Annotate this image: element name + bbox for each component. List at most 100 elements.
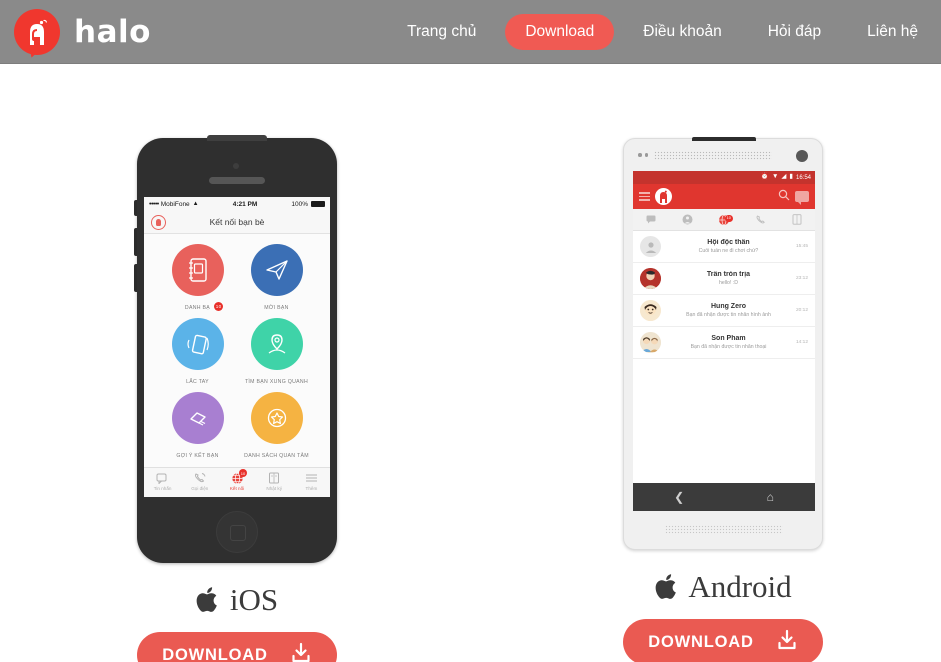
couple-avatar-icon [640,332,661,353]
grid-item-danh-ba[interactable]: DANH BẠ 10 [158,244,237,314]
download-content: ••••• MobiFone ▲ 4:21 PM 100% Kết nối bạ… [0,64,941,662]
android-tab-journal[interactable] [779,214,815,225]
ios-download-label: DOWNLOAD [162,645,268,662]
ios-clock: 4:21 PM [232,200,258,208]
chat-bubble-icon [144,471,181,485]
android-tab-connect[interactable]: 10 [706,214,742,226]
android-clock: 16:54 [795,174,811,181]
chat-list-item[interactable]: Hung Zero Bạn đã nhận được tin nhắn hình… [633,295,815,327]
nav-item-dieu-khoan[interactable]: Điều khoản [626,14,738,50]
ios-download-button[interactable]: DOWNLOAD [137,632,337,662]
iphone-screen: ••••• MobiFone ▲ 4:21 PM 100% Kết nối bạ… [144,197,330,497]
person-avatar-icon [640,300,661,321]
android-screen: ⏰ ▼ ◢ ▮ 16:54 10 Hội độc thân Cuối tuần … [633,171,815,483]
tab-ket-noi[interactable]: 10 Kết nối [218,468,255,497]
chat-preview: hello! :D [718,279,738,286]
grid-item-danh-sach-quan-tam[interactable]: DANH SÁCH QUAN TÂM [237,392,316,462]
danh-ba-badge: 10 [214,302,224,311]
brand-name: halo [74,13,151,50]
chat-preview: Cuối tuần ne đi chơi chứ? [698,247,759,254]
carrier-label: MobiFone [160,200,190,208]
ios-feature-grid: DANH BẠ 10 MỜI BẠN LẮC TAY TÌM BẠN XUNG … [144,234,330,462]
tab-nhat-ky[interactable]: Nhật ký [256,468,293,497]
tab-label-nhat-ky: Nhật ký [266,486,282,491]
iphone-volume-down-button [134,264,137,292]
grid-label-danh-ba: DANH BẠ 10 [184,302,224,311]
tab-them[interactable]: Thêm [293,468,330,497]
group-avatar-icon [640,236,661,257]
iphone-top-notch [207,135,267,141]
tab-tin-nhan[interactable]: Tin nhắn [144,468,181,497]
globe-connect-icon [218,471,255,485]
iphone-mute-switch [134,200,137,216]
chat-time: 14:12 [795,340,808,345]
tab-goi-dien[interactable]: Gọi điện [181,468,218,497]
alarm-clock-icon: ⏰ [760,173,769,181]
grid-item-tim-ban-xung-quanh[interactable]: TÌM BẠN XUNG QUANH [237,318,316,388]
contact-badge-icon[interactable] [151,214,166,230]
home-icon[interactable]: ⌂ [767,490,774,504]
search-icon[interactable] [778,189,790,204]
android-tab-messages[interactable] [633,215,669,224]
handshake-icon [171,392,224,444]
new-message-icon[interactable] [795,191,809,205]
chat-name: Hội độc thân [707,239,750,247]
map-pin-icon [250,318,303,370]
grid-item-lac-tay[interactable]: LẮC TAY [158,318,237,388]
chat-preview: Bạn đã nhận được tin nhắn hình ảnh [686,311,771,318]
android-column: ⏰ ▼ ◢ ▮ 16:54 10 Hội độc thân Cuối tuần … [593,137,853,662]
battery-icon [311,201,325,207]
chat-text-block: Trần tròn trịa hello! :D [667,271,790,286]
grid-label-tim-ban: TÌM BẠN XUNG QUANH [244,379,309,385]
hamburger-menu-icon[interactable] [639,192,650,201]
chat-list-item[interactable]: Hội độc thân Cuối tuần ne đi chơi chứ? 1… [633,231,815,263]
ket-noi-badge: 10 [239,469,247,477]
android-tab-calls[interactable] [742,214,778,225]
shake-phone-icon [171,318,224,370]
android-tab-contacts[interactable] [669,214,705,225]
signal-dots-icon: ••••• [149,200,159,208]
iphone-earpiece-speaker [209,177,265,184]
ios-screen-title: Kết nối bạn bè [209,217,265,227]
android-top-strip [692,137,756,141]
tab-label-tin-nhan: Tin nhắn [153,486,172,491]
nav-item-lien-he[interactable]: Liên hệ [850,14,935,50]
iphone-home-button[interactable] [216,511,258,553]
chat-text-block: Hung Zero Bạn đã nhận được tin nhắn hình… [667,303,790,318]
grid-item-moi-ban[interactable]: MỜI BẠN [237,244,316,314]
main-navigation: Trang chủ Download Điều khoản Hỏi đáp Li… [384,0,941,64]
android-top-speaker-grill [654,151,772,160]
nav-item-trang-chu[interactable]: Trang chủ [390,14,493,50]
back-chevron-icon[interactable]: ❮ [674,490,684,504]
chat-time: 20:12 [795,308,808,313]
grid-label-goi-y-ket-ban: GỢI Ý KẾT BẠN [176,453,219,459]
elephant-icon [30,19,48,45]
chat-text-block: Son Pham Bạn đã nhận được tin nhắn thoại [667,335,790,350]
star-circle-icon [250,392,303,444]
chat-time: 15:45 [795,244,808,249]
android-download-button[interactable]: DOWNLOAD [623,619,823,662]
battery-icon: ▮ [789,173,793,181]
halo-elephant-bubble-logo [14,8,60,60]
address-book-icon [171,244,224,296]
ios-column: ••••• MobiFone ▲ 4:21 PM 100% Kết nối bạ… [107,135,367,662]
download-tray-icon [290,642,312,662]
chat-list-item[interactable]: Trần tròn trịa hello! :D 23:12 [633,263,815,295]
iphone-front-camera [233,163,239,169]
brand-logo-area[interactable]: halo [0,8,151,60]
journal-icon [256,471,293,485]
nav-item-hoi-dap[interactable]: Hỏi đáp [751,14,838,50]
chat-text-block: Hội độc thân Cuối tuần ne đi chơi chứ? [667,239,790,254]
android-phone-mockup: ⏰ ▼ ◢ ▮ 16:54 10 Hội độc thân Cuối tuần … [623,137,823,550]
apple-logo-icon [654,573,679,602]
chat-name: Son Pham [711,335,746,343]
grid-item-goi-y-ket-ban[interactable]: GỢI Ý KẾT BẠN [158,392,237,462]
grid-label-text: DANH BẠ [184,305,211,311]
chat-name: Hung Zero [710,303,746,311]
grid-label-moi-ban: MỜI BẠN [264,305,289,311]
nav-item-download[interactable]: Download [505,14,615,50]
chat-list-item[interactable]: Son Pham Bạn đã nhận được tin nhắn thoại… [633,327,815,359]
ios-platform-title: iOS [107,582,367,618]
android-app-bar [633,184,815,209]
halo-logo-icon [655,188,672,205]
